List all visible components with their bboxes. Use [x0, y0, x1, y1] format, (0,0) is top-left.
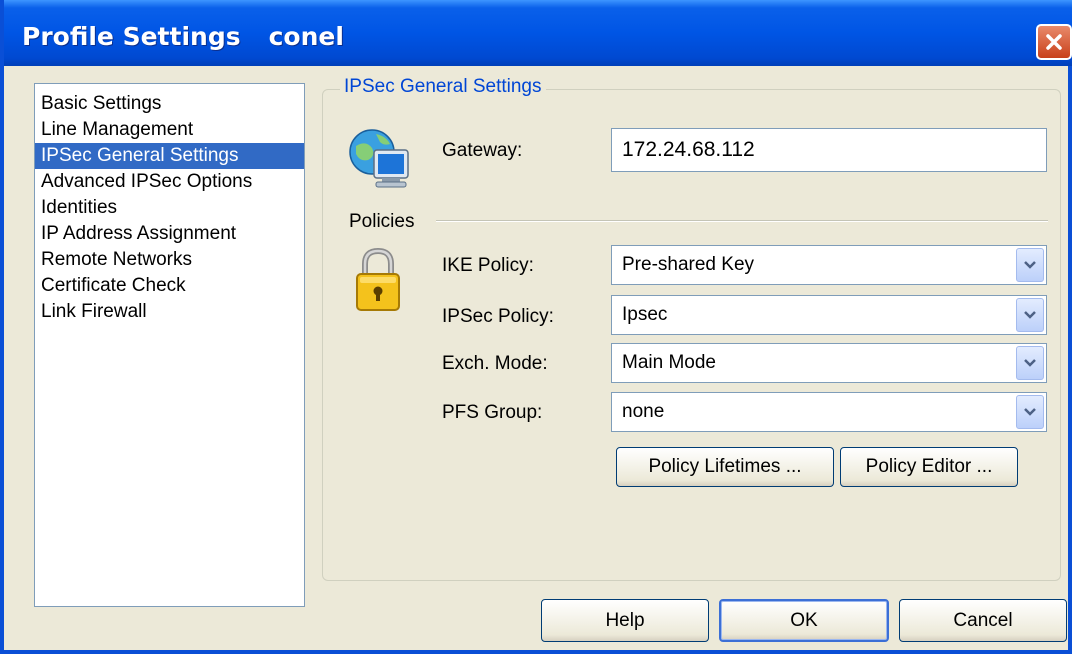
padlock-icon — [354, 246, 402, 314]
nav-item-ipsec-general-settings[interactable]: IPSec General Settings — [35, 143, 304, 169]
chevron-down-icon — [1024, 359, 1036, 367]
help-button[interactable]: Help — [541, 599, 709, 642]
pfs-group-value: none — [622, 401, 665, 422]
title-bar[interactable]: Profile Settings conel — [4, 0, 1072, 66]
window-title: Profile Settings conel — [22, 22, 372, 51]
pfs-group-dropdown-button[interactable] — [1016, 395, 1044, 429]
nav-item-remote-networks[interactable]: Remote Networks — [35, 247, 304, 273]
gateway-label: Gateway: — [442, 140, 523, 161]
ike-policy-label: IKE Policy: — [442, 255, 534, 276]
cancel-button[interactable]: Cancel — [899, 599, 1067, 642]
exch-mode-select[interactable]: Main Mode — [611, 343, 1047, 383]
ipsec-policy-value: Ipsec — [622, 304, 668, 325]
policies-label: Policies — [349, 211, 415, 232]
group-title: IPSec General Settings — [340, 76, 546, 98]
chevron-down-icon — [1024, 408, 1036, 416]
policy-editor-button[interactable]: Policy Editor ... — [840, 447, 1018, 487]
close-icon — [1046, 34, 1062, 50]
nav-item-ip-address-assignment[interactable]: IP Address Assignment — [35, 221, 304, 247]
ipsec-policy-label: IPSec Policy: — [442, 306, 554, 327]
gateway-value: 172.24.68.112 — [622, 138, 755, 161]
network-computer-icon — [346, 126, 414, 194]
nav-item-link-firewall[interactable]: Link Firewall — [35, 299, 304, 325]
exch-mode-value: Main Mode — [622, 352, 716, 373]
pfs-group-label: PFS Group: — [442, 402, 543, 423]
nav-item-certificate-check[interactable]: Certificate Check — [35, 273, 304, 299]
gateway-input[interactable]: 172.24.68.112 — [611, 128, 1047, 172]
nav-item-basic-settings[interactable]: Basic Settings — [35, 91, 304, 117]
nav-item-identities[interactable]: Identities — [35, 195, 304, 221]
ipsec-policy-select[interactable]: Ipsec — [611, 295, 1047, 335]
nav-item-advanced-ipsec-options[interactable]: Advanced IPSec Options — [35, 169, 304, 195]
profile-settings-window: Profile Settings conel Basic Settings Lin… — [0, 0, 1072, 654]
chevron-down-icon — [1024, 261, 1036, 269]
window-title-label: Profile Settings — [22, 22, 241, 51]
ike-policy-value: Pre-shared Key — [622, 254, 755, 275]
profile-name: conel — [268, 22, 344, 51]
exch-mode-label: Exch. Mode: — [442, 353, 548, 374]
pfs-group-select[interactable]: none — [611, 392, 1047, 432]
settings-nav-list[interactable]: Basic Settings Line Management IPSec Gen… — [34, 83, 305, 607]
ok-button[interactable]: OK — [719, 599, 889, 642]
policies-divider — [436, 220, 1048, 222]
exch-mode-dropdown-button[interactable] — [1016, 346, 1044, 380]
ike-policy-dropdown-button[interactable] — [1016, 248, 1044, 282]
chevron-down-icon — [1024, 311, 1036, 319]
nav-item-line-management[interactable]: Line Management — [35, 117, 304, 143]
ike-policy-select[interactable]: Pre-shared Key — [611, 245, 1047, 285]
close-button[interactable] — [1036, 24, 1072, 60]
policy-lifetimes-button[interactable]: Policy Lifetimes ... — [616, 447, 834, 487]
ipsec-policy-dropdown-button[interactable] — [1016, 298, 1044, 332]
